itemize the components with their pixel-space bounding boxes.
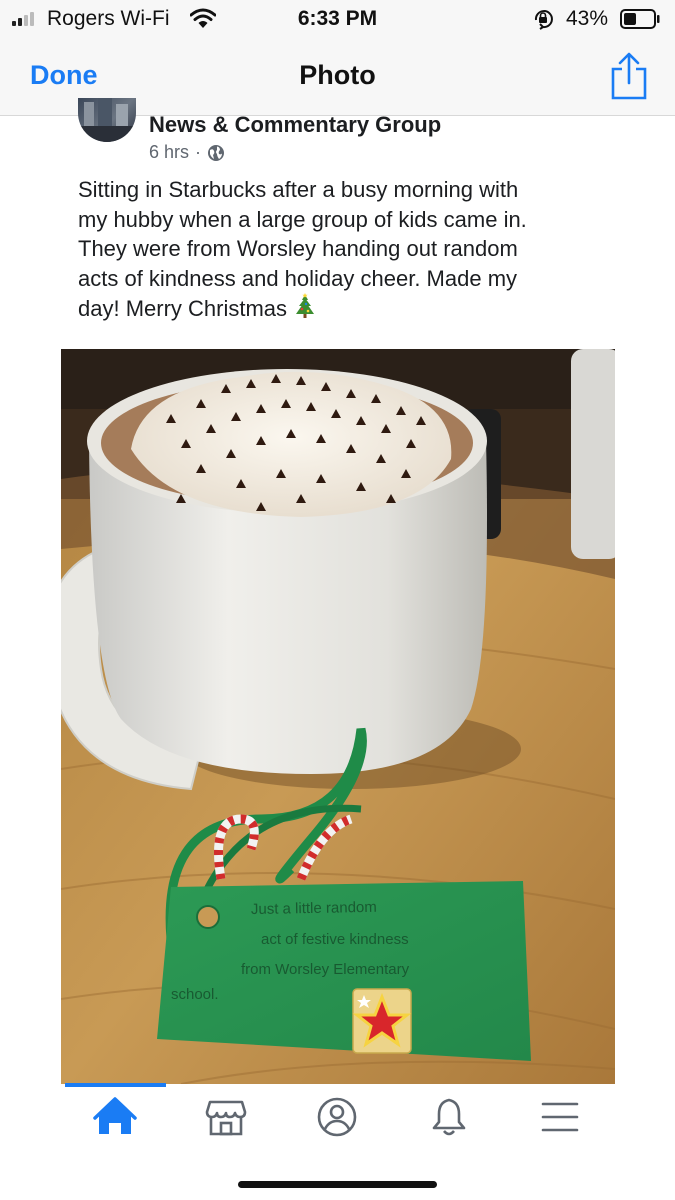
post-photo[interactable]: Just a little random act of festive kind… <box>61 349 615 1084</box>
tab-home[interactable] <box>91 1094 139 1140</box>
menu-icon <box>541 1102 579 1132</box>
tab-profile[interactable] <box>313 1094 361 1140</box>
post-meta: 6 hrs · <box>149 142 225 163</box>
profile-icon <box>317 1097 357 1137</box>
home-indicator <box>238 1181 437 1188</box>
post-text-line: Sitting in Starbucks after a busy mornin… <box>78 177 519 202</box>
share-icon[interactable] <box>609 52 649 100</box>
svg-text:act of festive kindness: act of festive kindness <box>261 931 409 948</box>
svg-text:Just a little random: Just a little random <box>251 899 377 918</box>
post-text-line-last: day! Merry Christmas <box>78 293 618 324</box>
post-time[interactable]: 6 hrs <box>149 142 189 163</box>
page-title: Photo <box>299 60 376 90</box>
christmas-tree-icon <box>296 293 315 318</box>
battery-percent: 43% <box>566 7 609 30</box>
tab-notifications[interactable] <box>425 1094 473 1140</box>
bell-icon <box>432 1098 466 1136</box>
group-avatar[interactable] <box>78 98 136 142</box>
post-text-line: day! Merry Christmas <box>78 296 288 321</box>
home-icon <box>93 1097 137 1134</box>
globe-icon <box>208 144 225 161</box>
post-text: Sitting in Starbucks after a busy mornin… <box>78 175 618 324</box>
post-text-line: my hubby when a large group of kids came… <box>78 206 527 232</box>
marketplace-icon <box>205 1100 247 1136</box>
tab-menu[interactable] <box>536 1094 584 1140</box>
active-tab-indicator <box>65 1083 166 1087</box>
tab-marketplace[interactable] <box>202 1094 250 1140</box>
post-text-line: acts of kindness and holiday cheer. Made… <box>78 265 518 291</box>
svg-text:from Worsley Elementary: from Worsley Elementary <box>241 961 410 978</box>
svg-text:school.: school. <box>171 986 219 1003</box>
battery-icon <box>620 9 660 29</box>
post-text-line: They were from Worsley handing out rando… <box>78 236 518 261</box>
status-bar: Rogers Wi-Fi 6:33 PM 43% <box>0 0 675 38</box>
meta-separator: · <box>195 142 202 162</box>
orientation-lock-icon <box>534 10 553 30</box>
group-name[interactable]: News & Commentary Group <box>149 112 441 138</box>
